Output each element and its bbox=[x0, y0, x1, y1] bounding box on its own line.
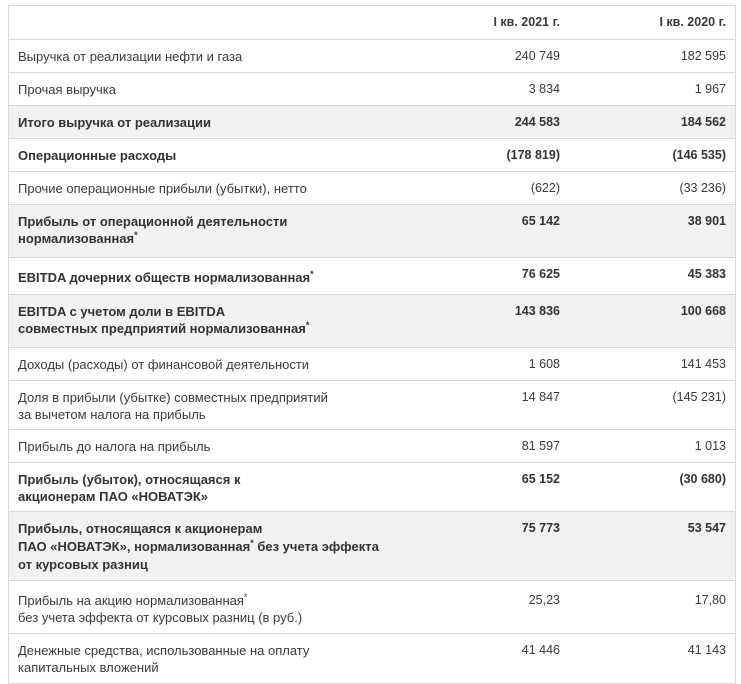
row-label: Прибыль, относящаяся к акционерам ПАО «Н… bbox=[9, 512, 406, 580]
row-label-text: ПАО «НОВАТЭК», нормализованная bbox=[18, 539, 251, 554]
value-2021: 41 446 bbox=[521, 643, 560, 657]
value-2021: 75 773 bbox=[521, 521, 560, 535]
value-2021: 1 608 bbox=[528, 357, 560, 371]
value-2020: 41 143 bbox=[687, 643, 726, 657]
value-2021: 81 597 bbox=[521, 439, 560, 453]
table-row: Денежные средства, использованные на опл… bbox=[9, 633, 735, 683]
value-2021: (178 819) bbox=[506, 148, 560, 162]
footnote-marker: * bbox=[305, 320, 310, 330]
table-row: Операционные расходы (178 819) (146 535) bbox=[9, 138, 735, 171]
value-2021: 25,23 bbox=[528, 593, 560, 607]
row-label-line: Прибыль (убыток), относящаяся к bbox=[18, 472, 241, 487]
row-label-text: Прибыль на акцию нормализованная bbox=[18, 593, 244, 608]
value-2021: 240 749 bbox=[514, 49, 560, 63]
value-2021: 65 152 bbox=[521, 472, 560, 486]
row-label-text: нормализованная bbox=[18, 231, 135, 246]
value-2020: (146 535) bbox=[672, 148, 726, 162]
row-label-text: совместных предприятий нормализованная bbox=[18, 321, 306, 336]
row-label-line: без учета эффекта от курсовых разниц (в … bbox=[18, 610, 303, 625]
row-label-line: Денежные средства, использованные на опл… bbox=[18, 643, 310, 658]
value-2021: 65 142 bbox=[521, 214, 560, 228]
row-label-line: Прибыль на акцию нормализованная* bbox=[18, 592, 400, 609]
row-label: Выручка от реализации нефти и газа bbox=[18, 49, 243, 64]
value-2020: 141 453 bbox=[680, 357, 726, 371]
value-2020: (145 231) bbox=[672, 390, 726, 404]
row-label-line: ПАО «НОВАТЭК», нормализованная* без учет… bbox=[18, 538, 400, 556]
value-2021: 143 836 bbox=[514, 304, 560, 318]
table-row: Прочая выручка 3 834 1 967 bbox=[9, 72, 735, 105]
value-2021: 244 583 bbox=[514, 115, 560, 129]
table-row: Доходы (расходы) от финансовой деятельно… bbox=[9, 347, 735, 380]
table-header: I кв. 2021 г. I кв. 2020 г. bbox=[9, 6, 735, 39]
footnote-marker: * bbox=[310, 269, 314, 279]
row-label-line: акционерам ПАО «НОВАТЭК» bbox=[18, 489, 208, 504]
value-2020: (30 680) bbox=[679, 472, 726, 486]
row-label: Прибыль (убыток), относящаяся к акционер… bbox=[9, 463, 406, 511]
row-label-line: Доля в прибыли (убытке) совместных предп… bbox=[18, 390, 328, 405]
table-row: Прибыль до налога на прибыль 81 597 1 01… bbox=[9, 429, 735, 462]
header-col-q1-2021: I кв. 2021 г. bbox=[493, 15, 560, 29]
row-label: Прибыль до налога на прибыль bbox=[18, 439, 211, 454]
value-2020: 100 668 bbox=[680, 304, 726, 318]
value-2020: 53 547 bbox=[687, 521, 726, 535]
row-label: EBITDA дочерних обществ нормализованная* bbox=[9, 258, 406, 294]
row-label: Денежные средства, использованные на опл… bbox=[9, 634, 406, 683]
value-2020: 1 967 bbox=[694, 82, 726, 96]
row-label-line: за вычетом налога на прибыль bbox=[18, 407, 206, 422]
header-label-cell bbox=[9, 6, 406, 39]
row-label-text: EBITDA дочерних обществ нормализованная bbox=[18, 270, 311, 285]
value-2020: (33 236) bbox=[679, 181, 726, 195]
row-label-line: капитальных вложений bbox=[18, 660, 159, 675]
table-row: EBITDA дочерних обществ нормализованная*… bbox=[9, 257, 735, 294]
row-label: Доходы (расходы) от финансовой деятельно… bbox=[18, 357, 310, 372]
row-label-text: без учета эффекта bbox=[253, 539, 379, 554]
value-2021: (622) bbox=[530, 181, 560, 195]
table-row: Прибыль, относящаяся к акционерам ПАО «Н… bbox=[9, 511, 735, 580]
table-row: Прибыль от операционной деятельности нор… bbox=[9, 204, 735, 257]
value-2020: 182 595 bbox=[680, 49, 726, 63]
value-2020: 45 383 bbox=[687, 267, 726, 281]
value-2021: 14 847 bbox=[521, 390, 560, 404]
value-2021: 76 625 bbox=[521, 267, 560, 281]
row-label-line: нормализованная* bbox=[18, 230, 400, 247]
table-row: Прибыль на акцию нормализованная* без уч… bbox=[9, 580, 735, 633]
footnote-marker: * bbox=[134, 230, 138, 240]
row-label-line: Прибыль, относящаяся к акционерам bbox=[18, 521, 263, 536]
table-row: Прочие операционные прибыли (убытки), не… bbox=[9, 171, 735, 204]
row-label: Доля в прибыли (убытке) совместных предп… bbox=[9, 381, 406, 429]
row-label: Прочая выручка bbox=[18, 82, 116, 97]
row-label-line: от курсовых разниц bbox=[18, 557, 148, 572]
table-row: Доля в прибыли (убытке) совместных предп… bbox=[9, 380, 735, 429]
header-col-q1-2020: I кв. 2020 г. bbox=[659, 15, 726, 29]
row-label: Прочие операционные прибыли (убытки), не… bbox=[18, 181, 307, 196]
table-row: Итого выручка от реализации 244 583 184 … bbox=[9, 105, 735, 138]
value-2020: 17,80 bbox=[694, 593, 726, 607]
row-label: EBITDA с учетом доли в EBITDA совместных… bbox=[9, 295, 406, 347]
row-label-line: EBITDA с учетом доли в EBITDA bbox=[18, 304, 226, 319]
table-row: Выручка от реализации нефти и газа 240 7… bbox=[9, 39, 735, 72]
value-2021: 3 834 bbox=[528, 82, 560, 96]
footnote-marker: * bbox=[243, 592, 248, 602]
row-label-line: совместных предприятий нормализованная* bbox=[18, 320, 400, 337]
table-row: EBITDA с учетом доли в EBITDA совместных… bbox=[9, 294, 735, 347]
table-row: Прибыль (убыток), относящаяся к акционер… bbox=[9, 462, 735, 511]
row-label: Прибыль на акцию нормализованная* без уч… bbox=[9, 581, 406, 633]
row-label: Операционные расходы bbox=[18, 148, 177, 163]
value-2020: 184 562 bbox=[680, 115, 726, 129]
row-label-line: Прибыль от операционной деятельности bbox=[18, 214, 288, 229]
financial-table: I кв. 2021 г. I кв. 2020 г. Выручка от р… bbox=[8, 5, 736, 684]
row-label: Итого выручка от реализации bbox=[18, 115, 212, 130]
value-2020: 1 013 bbox=[694, 439, 726, 453]
value-2020: 38 901 bbox=[687, 214, 726, 228]
row-label: Прибыль от операционной деятельности нор… bbox=[9, 205, 406, 257]
